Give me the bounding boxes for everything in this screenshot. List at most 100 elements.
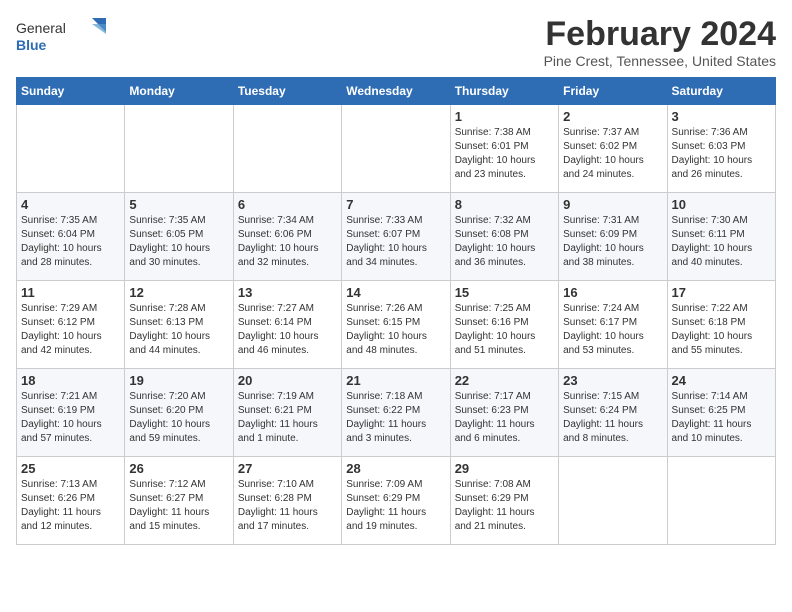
calendar-cell: 7 Sunrise: 7:33 AM Sunset: 6:07 PM Daylig… [342, 193, 450, 281]
day-number: 15 [455, 285, 554, 300]
calendar-cell: 19 Sunrise: 7:20 AM Sunset: 6:20 PM Dayli… [125, 369, 233, 457]
calendar-cell: 18 Sunrise: 7:21 AM Sunset: 6:19 PM Dayli… [17, 369, 125, 457]
day-info: Sunrise: 7:28 AM Sunset: 6:13 PM Dayligh… [129, 302, 228, 358]
day-info: Sunrise: 7:09 AM Sunset: 6:29 PM Dayligh… [346, 478, 445, 534]
day-info: Sunrise: 7:27 AM Sunset: 6:14 PM Dayligh… [238, 302, 337, 358]
calendar-cell: 12 Sunrise: 7:28 AM Sunset: 6:13 PM Dayli… [125, 281, 233, 369]
calendar-cell: 9 Sunrise: 7:31 AM Sunset: 6:09 PM Daylig… [559, 193, 667, 281]
day-info: Sunrise: 7:31 AM Sunset: 6:09 PM Dayligh… [563, 214, 662, 270]
calendar-cell: 27 Sunrise: 7:10 AM Sunset: 6:28 PM Dayli… [233, 457, 341, 545]
logo: General Blue [16, 16, 106, 60]
calendar-cell: 17Sunrise: 7:22 AM Sunset: 6:18 PM Dayli… [667, 281, 775, 369]
day-number: 5 [129, 197, 228, 212]
day-number: 27 [238, 461, 337, 476]
weekday-header-saturday: Saturday [667, 78, 775, 105]
calendar-cell: 4Sunrise: 7:35 AM Sunset: 6:04 PM Daylig… [17, 193, 125, 281]
main-title: February 2024 [544, 16, 776, 53]
day-number: 24 [672, 373, 771, 388]
day-info: Sunrise: 7:15 AM Sunset: 6:24 PM Dayligh… [563, 390, 662, 446]
day-number: 23 [563, 373, 662, 388]
weekday-header-tuesday: Tuesday [233, 78, 341, 105]
svg-text:General: General [16, 20, 66, 36]
weekday-header-friday: Friday [559, 78, 667, 105]
calendar-cell: 23 Sunrise: 7:15 AM Sunset: 6:24 PM Dayli… [559, 369, 667, 457]
calendar-cell [559, 457, 667, 545]
day-info: Sunrise: 7:10 AM Sunset: 6:28 PM Dayligh… [238, 478, 337, 534]
day-number: 9 [563, 197, 662, 212]
day-info: Sunrise: 7:25 AM Sunset: 6:16 PM Dayligh… [455, 302, 554, 358]
calendar-cell: 1 Sunrise: 7:38 AM Sunset: 6:01 PM Daylig… [450, 105, 558, 193]
day-info: Sunrise: 7:14 AM Sunset: 6:25 PM Dayligh… [672, 390, 771, 446]
calendar-cell: 2 Sunrise: 7:37 AM Sunset: 6:02 PM Daylig… [559, 105, 667, 193]
calendar-cell: 13 Sunrise: 7:27 AM Sunset: 6:14 PM Dayli… [233, 281, 341, 369]
day-info: Sunrise: 7:17 AM Sunset: 6:23 PM Dayligh… [455, 390, 554, 446]
day-number: 6 [238, 197, 337, 212]
day-number: 14 [346, 285, 445, 300]
calendar-cell [342, 105, 450, 193]
calendar-cell [17, 105, 125, 193]
day-info: Sunrise: 7:32 AM Sunset: 6:08 PM Dayligh… [455, 214, 554, 270]
calendar-cell: 20 Sunrise: 7:19 AM Sunset: 6:21 PM Dayli… [233, 369, 341, 457]
day-number: 16 [563, 285, 662, 300]
week-row-4: 18 Sunrise: 7:21 AM Sunset: 6:19 PM Dayli… [17, 369, 776, 457]
day-number: 28 [346, 461, 445, 476]
day-info: Sunrise: 7:21 AM Sunset: 6:19 PM Dayligh… [21, 390, 120, 446]
day-number: 10 [672, 197, 771, 212]
week-row-5: 25 Sunrise: 7:13 AM Sunset: 6:26 PM Dayli… [17, 457, 776, 545]
week-row-3: 11Sunrise: 7:29 AM Sunset: 6:12 PM Dayli… [17, 281, 776, 369]
subtitle: Pine Crest, Tennessee, United States [544, 53, 776, 69]
day-info: Sunrise: 7:19 AM Sunset: 6:21 PM Dayligh… [238, 390, 337, 446]
day-number: 8 [455, 197, 554, 212]
calendar-cell: 3 Sunrise: 7:36 AM Sunset: 6:03 PM Daylig… [667, 105, 775, 193]
day-info: Sunrise: 7:13 AM Sunset: 6:26 PM Dayligh… [21, 478, 120, 534]
calendar-cell: 29Sunrise: 7:08 AM Sunset: 6:29 PM Dayli… [450, 457, 558, 545]
day-info: Sunrise: 7:34 AM Sunset: 6:06 PM Dayligh… [238, 214, 337, 270]
title-section: February 2024 Pine Crest, Tennessee, Uni… [544, 16, 776, 69]
day-number: 19 [129, 373, 228, 388]
calendar-cell: 11Sunrise: 7:29 AM Sunset: 6:12 PM Dayli… [17, 281, 125, 369]
day-info: Sunrise: 7:30 AM Sunset: 6:11 PM Dayligh… [672, 214, 771, 270]
day-number: 20 [238, 373, 337, 388]
weekday-header-sunday: Sunday [17, 78, 125, 105]
calendar-cell: 16Sunrise: 7:24 AM Sunset: 6:17 PM Dayli… [559, 281, 667, 369]
calendar-cell: 21Sunrise: 7:18 AM Sunset: 6:22 PM Dayli… [342, 369, 450, 457]
week-row-2: 4Sunrise: 7:35 AM Sunset: 6:04 PM Daylig… [17, 193, 776, 281]
calendar-cell: 22 Sunrise: 7:17 AM Sunset: 6:23 PM Dayli… [450, 369, 558, 457]
calendar-cell: 6 Sunrise: 7:34 AM Sunset: 6:06 PM Daylig… [233, 193, 341, 281]
day-info: Sunrise: 7:36 AM Sunset: 6:03 PM Dayligh… [672, 126, 771, 182]
calendar-cell [667, 457, 775, 545]
day-number: 25 [21, 461, 120, 476]
header: General Blue February 2024 Pine Crest, T… [16, 16, 776, 69]
day-info: Sunrise: 7:26 AM Sunset: 6:15 PM Dayligh… [346, 302, 445, 358]
day-number: 22 [455, 373, 554, 388]
logo-icon: General Blue [16, 16, 106, 60]
day-number: 18 [21, 373, 120, 388]
week-row-1: 1 Sunrise: 7:38 AM Sunset: 6:01 PM Daylig… [17, 105, 776, 193]
day-number: 7 [346, 197, 445, 212]
calendar-cell: 5Sunrise: 7:35 AM Sunset: 6:05 PM Daylig… [125, 193, 233, 281]
day-number: 17 [672, 285, 771, 300]
day-info: Sunrise: 7:08 AM Sunset: 6:29 PM Dayligh… [455, 478, 554, 534]
calendar-cell: 26Sunrise: 7:12 AM Sunset: 6:27 PM Dayli… [125, 457, 233, 545]
weekday-header-monday: Monday [125, 78, 233, 105]
day-number: 11 [21, 285, 120, 300]
day-number: 3 [672, 109, 771, 124]
calendar-cell: 10 Sunrise: 7:30 AM Sunset: 6:11 PM Dayli… [667, 193, 775, 281]
calendar-table: SundayMondayTuesdayWednesdayThursdayFrid… [16, 77, 776, 545]
day-info: Sunrise: 7:38 AM Sunset: 6:01 PM Dayligh… [455, 126, 554, 182]
day-info: Sunrise: 7:20 AM Sunset: 6:20 PM Dayligh… [129, 390, 228, 446]
calendar-cell: 28 Sunrise: 7:09 AM Sunset: 6:29 PM Dayli… [342, 457, 450, 545]
day-info: Sunrise: 7:37 AM Sunset: 6:02 PM Dayligh… [563, 126, 662, 182]
day-number: 13 [238, 285, 337, 300]
calendar-cell: 25 Sunrise: 7:13 AM Sunset: 6:26 PM Dayli… [17, 457, 125, 545]
day-info: Sunrise: 7:12 AM Sunset: 6:27 PM Dayligh… [129, 478, 228, 534]
day-number: 12 [129, 285, 228, 300]
calendar-cell: 8 Sunrise: 7:32 AM Sunset: 6:08 PM Daylig… [450, 193, 558, 281]
calendar-cell [233, 105, 341, 193]
day-info: Sunrise: 7:33 AM Sunset: 6:07 PM Dayligh… [346, 214, 445, 270]
day-number: 1 [455, 109, 554, 124]
calendar-cell: 14 Sunrise: 7:26 AM Sunset: 6:15 PM Dayli… [342, 281, 450, 369]
day-number: 2 [563, 109, 662, 124]
calendar-cell: 24 Sunrise: 7:14 AM Sunset: 6:25 PM Dayli… [667, 369, 775, 457]
weekday-header-wednesday: Wednesday [342, 78, 450, 105]
